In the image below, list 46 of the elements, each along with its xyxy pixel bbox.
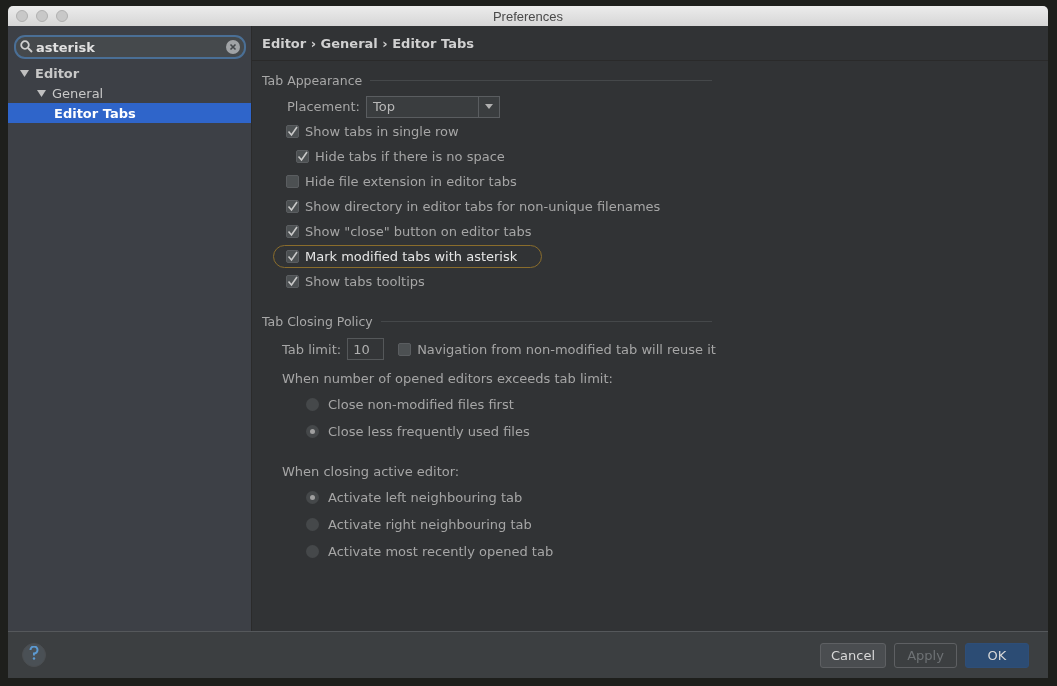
placement-dropdown[interactable]: Top xyxy=(365,95,500,118)
checkbox[interactable] xyxy=(286,225,299,238)
dialog-button[interactable]: Cancel xyxy=(819,642,886,668)
group-title: Tab Appearance xyxy=(262,73,363,88)
expanded-arrow-icon[interactable] xyxy=(20,68,29,78)
checkbox[interactable] xyxy=(286,275,299,288)
breadcrumb: Editor › General › Editor Tabs xyxy=(252,26,1048,61)
tree-item[interactable]: General xyxy=(8,83,251,103)
checkbox[interactable] xyxy=(286,175,299,188)
tree-item[interactable]: Editor Tabs xyxy=(8,103,251,123)
checkbox[interactable] xyxy=(296,150,309,163)
checkbox[interactable] xyxy=(398,342,412,356)
clear-icon[interactable] xyxy=(226,40,240,54)
expanded-arrow-icon[interactable] xyxy=(37,88,46,98)
radio-button[interactable] xyxy=(306,425,319,438)
help-button[interactable] xyxy=(22,643,46,667)
checkbox[interactable] xyxy=(286,200,299,213)
group-title: Tab Closing Policy xyxy=(262,314,373,329)
placement-label: Placement: xyxy=(287,99,360,114)
tab-limit-label: Tab limit: xyxy=(282,341,342,357)
option-label: Show "close" button on editor tabs xyxy=(305,224,532,239)
group-label: When closing active editor: xyxy=(282,464,460,479)
dialog-button[interactable]: OK xyxy=(965,642,1029,668)
option-label: Activate left neighbouring tab xyxy=(328,490,523,505)
option-label: Show directory in editor tabs for non-unique filenames xyxy=(305,199,661,214)
option-label: Activate right neighbouring tab xyxy=(328,517,532,532)
option-label: Close non-modified files first xyxy=(328,397,514,412)
question-icon xyxy=(29,646,39,660)
search-icon xyxy=(20,40,33,53)
radio-button[interactable] xyxy=(306,491,319,504)
option-label: Hide file extension in editor tabs xyxy=(305,174,517,189)
option-label: Mark modified tabs with asterisk xyxy=(305,249,518,264)
dropdown-arrow-icon xyxy=(484,104,493,109)
option-label: Show tabs in single row xyxy=(305,124,459,139)
option-label: Navigation from non-modified tab will reuse it xyxy=(417,341,716,357)
checkbox[interactable] xyxy=(286,250,299,263)
checkbox[interactable] xyxy=(286,125,299,138)
window-title: Preferences xyxy=(492,8,564,24)
group-label: When number of opened editors exceeds tab limit: xyxy=(282,371,613,386)
option-label: Activate most recently opened tab xyxy=(328,544,554,559)
search-field[interactable]: asterisk xyxy=(14,35,246,59)
option-label: Show tabs tooltips xyxy=(305,274,425,289)
tree-item[interactable]: Editor xyxy=(8,63,251,83)
option-label: Close less frequently used files xyxy=(328,424,530,439)
tab-limit-field[interactable]: 10 xyxy=(347,338,385,360)
option-label: Hide tabs if there is no space xyxy=(315,149,505,164)
